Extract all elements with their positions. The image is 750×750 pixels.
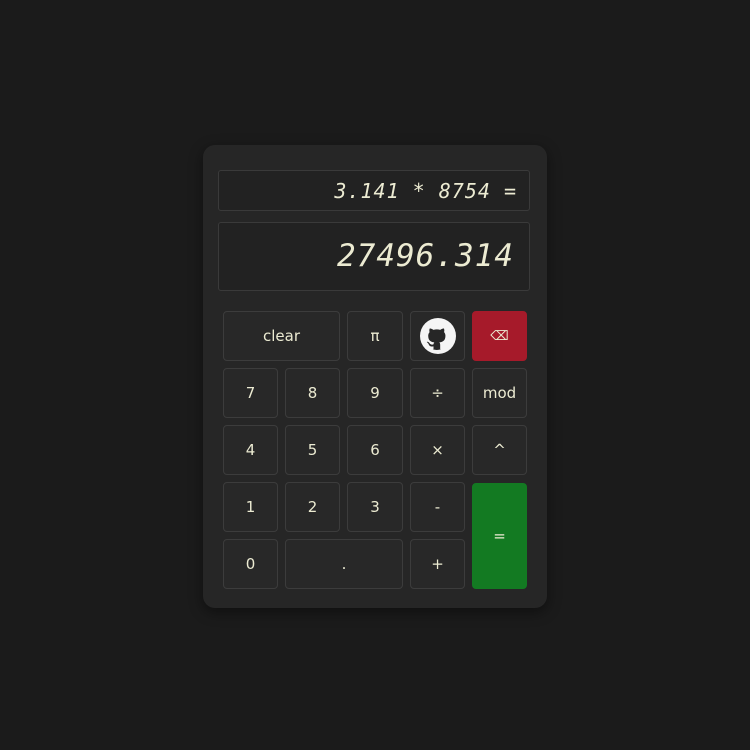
three-button[interactable]: 3 [347, 482, 403, 532]
five-button[interactable]: 5 [285, 425, 340, 475]
seven-button[interactable]: 7 [223, 368, 278, 418]
multiply-button[interactable]: × [410, 425, 465, 475]
four-button[interactable]: 4 [223, 425, 278, 475]
eight-button[interactable]: 8 [285, 368, 340, 418]
nine-button[interactable]: 9 [347, 368, 403, 418]
decimal-button[interactable]: . [285, 539, 403, 589]
zero-button[interactable]: 0 [223, 539, 278, 589]
power-button[interactable]: ^ [472, 425, 527, 475]
backspace-icon: ⌫ [490, 328, 509, 344]
minus-button[interactable]: - [410, 482, 465, 532]
calculator: 3.141 * 8754 = 27496.314 clear π ⌫ 7 8 9… [203, 145, 547, 608]
expression-display: 3.141 * 8754 = [218, 170, 530, 211]
six-button[interactable]: 6 [347, 425, 403, 475]
one-button[interactable]: 1 [223, 482, 278, 532]
plus-button[interactable]: + [410, 539, 465, 589]
mod-button[interactable]: mod [472, 368, 527, 418]
two-button[interactable]: 2 [285, 482, 340, 532]
result-display: 27496.314 [218, 222, 530, 291]
backspace-button[interactable]: ⌫ [472, 311, 527, 361]
clear-button[interactable]: clear [223, 311, 340, 361]
pi-button[interactable]: π [347, 311, 403, 361]
divide-button[interactable]: ÷ [410, 368, 465, 418]
github-icon [419, 318, 456, 354]
github-button[interactable] [410, 311, 465, 361]
equals-button[interactable]: = [472, 483, 527, 589]
